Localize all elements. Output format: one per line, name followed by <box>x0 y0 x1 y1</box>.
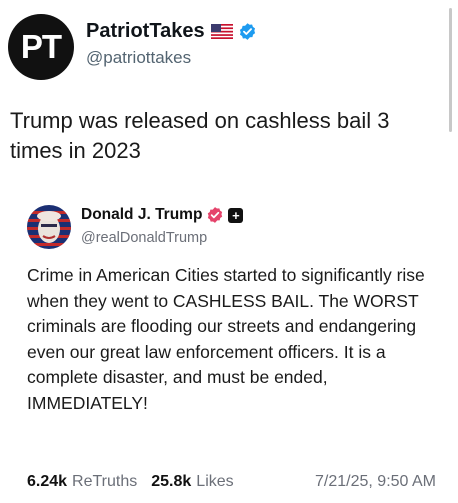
pink-verified-badge-icon <box>208 207 223 223</box>
likes-count[interactable]: 25.8k <box>151 473 191 491</box>
tweet-text: Trump was released on cashless bail 3 ti… <box>10 108 390 163</box>
author-name-row: PatriotTakes <box>86 20 257 43</box>
display-name[interactable]: PatriotTakes <box>86 20 205 43</box>
avatar-text: PT <box>20 28 62 65</box>
quote-handle[interactable]: @realDonaldTrump <box>81 230 207 246</box>
scrollbar[interactable] <box>449 8 452 132</box>
retruths-count[interactable]: 6.24k <box>27 473 67 491</box>
verified-badge-icon <box>239 23 255 40</box>
us-flag-icon <box>210 24 233 39</box>
quote-name-row: Donald J. Trump + <box>81 206 244 224</box>
quote-text: Crime in American Cities started to sign… <box>27 265 425 413</box>
author-handle[interactable]: @patriottakes <box>86 48 191 68</box>
quote-avatar[interactable] <box>27 205 71 249</box>
likes-label[interactable]: Likes <box>196 473 233 491</box>
quote-avatar-image <box>27 205 71 249</box>
retruths-label[interactable]: ReTruths <box>72 473 137 491</box>
quote-display-name[interactable]: Donald J. Trump <box>81 206 202 224</box>
quote-stats: 6.24k ReTruths 25.8k Likes 7/21/25, 9:50… <box>27 473 436 491</box>
plus-badge-icon: + <box>228 207 244 223</box>
timestamp: 7/21/25, 9:50 AM <box>315 473 436 490</box>
avatar[interactable]: PT <box>8 14 74 80</box>
